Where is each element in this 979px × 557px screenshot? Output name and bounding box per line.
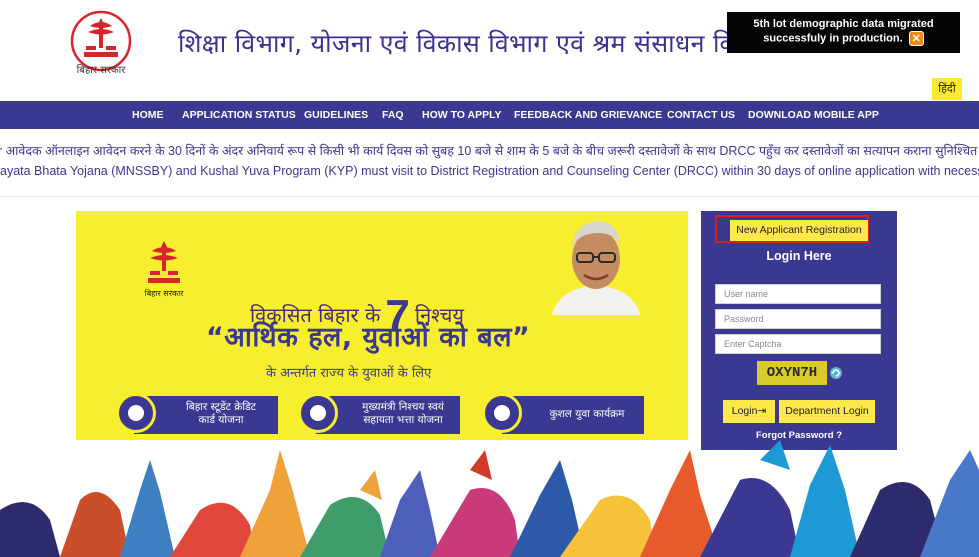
scheme-label: बिहार स्टूडेंट क्रेडिट: [186, 401, 256, 413]
scheme-label: सहायता भत्ता योजना: [363, 414, 443, 426]
notification-box: 5th lot demographic data migrated succes…: [727, 12, 960, 53]
chief-minister-portrait: [552, 221, 640, 315]
login-button[interactable]: Login⇥: [723, 400, 775, 423]
nav-guidelines[interactable]: GUIDELINES: [304, 101, 368, 129]
bihar-government-emblem-icon: [148, 241, 180, 283]
walking-person-icon: [298, 393, 338, 433]
scrolling-notice-hindi: r आवेदक ऑनलाइन आवेदन करने के 30 दिनों के…: [0, 144, 979, 158]
scrolling-notice-english: ayata Bhata Yojana (MNSSBY) and Kushal Y…: [0, 164, 979, 178]
login-panel: New Applicant Registration Login Here OX…: [701, 211, 897, 450]
nav-download-mobile-app[interactable]: DOWNLOAD MOBILE APP: [748, 101, 879, 129]
banner-slogan: “आर्थिक हल, युवाओं को बल”: [206, 322, 531, 353]
captcha-input[interactable]: [715, 334, 881, 354]
page-title: शिक्षा विभाग, योजना एवं विकास विभाग एवं …: [178, 29, 773, 58]
nav-application-status[interactable]: APPLICATION STATUS: [182, 101, 296, 129]
sign-in-icon: ⇥: [757, 405, 767, 417]
nav-faq[interactable]: FAQ: [382, 101, 404, 129]
main-navbar: HOME APPLICATION STATUS GUIDELINES FAQ H…: [0, 101, 979, 129]
skill-brain-icon: [482, 393, 522, 433]
refresh-icon[interactable]: [829, 366, 843, 380]
banner-subtitle: के अन्तर्गत राज्य के युवाओं के लिए: [266, 366, 432, 381]
nav-how-to-apply[interactable]: HOW TO APPLY: [422, 101, 502, 129]
login-title: Login Here: [766, 249, 832, 263]
login-button-label: Login: [731, 405, 758, 417]
language-toggle-button[interactable]: हिंदी: [932, 78, 962, 100]
graduate-icon: [116, 393, 156, 433]
notification-text-line2-wrap: successfuly in production. ✕: [727, 31, 960, 46]
scheme-label: कार्ड योजना: [198, 414, 244, 426]
close-icon[interactable]: ✕: [908, 31, 924, 46]
scheme-label: मुख्यमंत्री निश्चय स्वयं: [362, 401, 444, 413]
notification-text-line2: successfuly in production.: [763, 32, 903, 45]
divider: [0, 196, 979, 197]
new-applicant-registration-button[interactable]: New Applicant Registration: [730, 220, 868, 241]
username-input[interactable]: [715, 284, 881, 304]
banner-emblem-caption: बिहार सरकार: [144, 289, 184, 298]
cheering-crowd-illustration: [0, 440, 979, 557]
promo-banner: बिहार सरकार विकसित बिहार के 7 निश्चय “आर्थ…: [76, 211, 688, 440]
nav-home[interactable]: HOME: [132, 101, 164, 129]
notification-text-line1: 5th lot demographic data migrated: [753, 18, 934, 30]
emblem-caption: बिहार सरकार: [76, 65, 126, 76]
site-header: बिहार सरकार शिक्षा विभाग, योजना एवं विका…: [0, 0, 979, 101]
department-login-button[interactable]: Department Login: [779, 400, 875, 423]
nav-feedback-and-grievance[interactable]: FEEDBACK AND GRIEVANCE: [514, 101, 662, 129]
password-input[interactable]: [715, 309, 881, 329]
scheme-kushal-yuva[interactable]: कुशल युवा कार्यक्रम: [502, 396, 644, 434]
scheme-label: कुशल युवा कार्यक्रम: [549, 408, 625, 420]
captcha-image: OXYN7H: [757, 361, 827, 385]
nav-contact-us[interactable]: CONTACT US: [667, 101, 735, 129]
